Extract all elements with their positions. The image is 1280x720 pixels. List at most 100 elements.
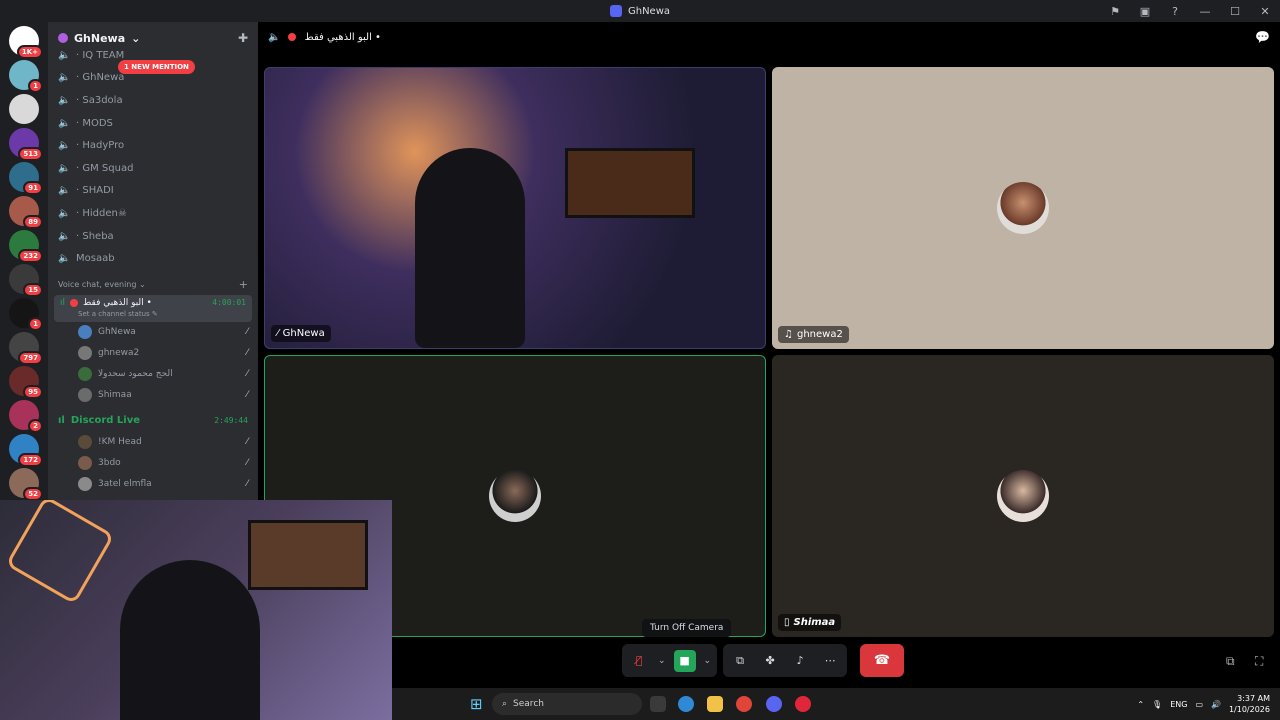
voice-channel-item[interactable]: 🔈 · Sheba <box>48 225 258 248</box>
channel-name: · GM Squad <box>76 162 134 174</box>
inbox-icon[interactable]: ▣ <box>1130 5 1160 18</box>
video-tile-shimaa[interactable]: ▯ Shimaa <box>772 355 1274 637</box>
minimize-button[interactable]: — <box>1190 5 1220 18</box>
voice-user[interactable]: 3atel elmfla ⁄ <box>48 474 258 495</box>
speaker-icon: 🔈 <box>58 72 71 84</box>
server-icon[interactable]: 232 <box>9 230 43 263</box>
camera-icon[interactable]: ■ <box>673 649 696 672</box>
user-name: Shimaa <box>98 390 132 401</box>
popout-icon[interactable]: ⧉ <box>1226 654 1235 669</box>
live-voice-channel[interactable]: ıl Discord Live 2:49:44 <box>48 410 258 432</box>
server-icon[interactable] <box>9 94 39 124</box>
category-voice-chat[interactable]: Voice chat, evening ⌄ + <box>48 270 258 293</box>
avatar <box>78 388 92 403</box>
webcam-overlay <box>0 500 392 720</box>
invite-people-icon[interactable]: ✚ <box>238 31 248 45</box>
server-icon[interactable]: 15 <box>9 264 43 297</box>
channel-status[interactable]: Set a channel status ✎ <box>60 310 246 318</box>
search-icon: ⌕ <box>502 699 508 709</box>
maximize-button[interactable]: ☐ <box>1220 5 1250 18</box>
server-icon[interactable]: 91 <box>9 162 43 195</box>
server-icon[interactable]: 95 <box>9 366 43 399</box>
video-tile-ghnewa[interactable]: ⁄ GhNewa <box>264 67 766 349</box>
file-explorer-icon[interactable] <box>707 696 723 712</box>
pencil-icon: ✎ <box>151 309 158 318</box>
channel-sidebar: GhNewa ⌄ ✚ 1 NEW MENTION 🔈 · IQ TEAM 🔈 · Gh… <box>48 22 258 500</box>
active-voice-name: البو الذهبي فقط • <box>83 297 152 308</box>
avatar <box>78 367 92 382</box>
voice-channel-item[interactable]: 🔈 · Hidden☠ <box>48 202 258 225</box>
guild-icon <box>58 33 68 43</box>
microphone-icon[interactable]: 🎙 <box>1152 700 1162 709</box>
help-icon[interactable]: ? <box>1160 5 1190 18</box>
voice-channel-item[interactable]: 🔈 Mosaab <box>48 247 258 270</box>
chevron-down-icon[interactable]: ⌄ <box>658 656 666 666</box>
soundboard-icon[interactable]: ♪ <box>789 650 811 672</box>
server-icon[interactable]: 52 <box>9 468 43 500</box>
voice-user[interactable]: GhNewa ⁄ <box>48 322 258 343</box>
volume-icon[interactable]: 🔊 <box>1211 700 1221 709</box>
voice-user[interactable]: ghnewa2 ⁄ <box>48 343 258 364</box>
discord-app-icon[interactable] <box>766 696 782 712</box>
clock[interactable]: 3:37 AM 1/10/2026 <box>1229 693 1270 715</box>
app-icon[interactable] <box>795 696 811 712</box>
voice-user[interactable]: !KM Head ⁄ <box>48 432 258 453</box>
server-icon[interactable]: 1K+ <box>9 26 43 59</box>
tooltip: Turn Off Camera <box>642 619 732 637</box>
more-options-icon[interactable]: ⋯ <box>819 650 841 672</box>
voice-channel-item[interactable]: 🔈 · MODS <box>48 112 258 135</box>
network-icon[interactable]: ▭ <box>1195 700 1203 709</box>
edge-icon[interactable] <box>678 696 694 712</box>
windows-start-icon[interactable]: ⊞ <box>470 695 483 713</box>
voice-user[interactable]: الحج محمود سحدولا ⁄ <box>48 364 258 385</box>
call-controls: 🎙̸ ⌄ ■ ⌄ ⧉ ✤ ♪ ⋯ <box>622 644 848 677</box>
speaker-icon: 🔈 <box>268 31 281 43</box>
voice-channel-item[interactable]: 🔈 · Sa3dola <box>48 89 258 112</box>
new-mention-pill[interactable]: 1 NEW MENTION <box>118 60 195 74</box>
channel-name: · MODS <box>76 117 113 129</box>
voice-channel-item[interactable]: 🔈 · GM Squad <box>48 157 258 180</box>
mention-badge: 95 <box>23 385 43 399</box>
chevron-down-icon[interactable]: ⌄ <box>704 656 712 666</box>
task-view-icon[interactable] <box>650 696 666 712</box>
tile-name: Shimaa <box>793 617 836 628</box>
voice-activity-icon: ıl <box>58 415 65 427</box>
person-silhouette <box>120 560 260 720</box>
voice-channel-item[interactable]: 🔈 · HadyPro <box>48 134 258 157</box>
flag-icon[interactable]: ⚑ <box>1100 5 1130 18</box>
user-status-icons: ⁄ <box>246 390 248 401</box>
active-voice-channel[interactable]: ıl البو الذهبي فقط • 4:00:01 Set a chann… <box>54 294 252 322</box>
channel-name: · Sa3dola <box>76 94 123 106</box>
chat-bubble-icon[interactable]: 💬 <box>1255 30 1270 44</box>
chevron-up-icon[interactable]: ⌃ <box>1137 700 1144 709</box>
voice-user[interactable]: Shimaa ⁄ <box>48 385 258 406</box>
tv-screen <box>565 148 695 218</box>
language-indicator[interactable]: ENG <box>1170 700 1187 709</box>
mic-muted-icon[interactable]: 🎙̸ <box>628 650 650 672</box>
create-channel-icon[interactable]: + <box>239 278 248 291</box>
category-name: Voice chat, evening <box>58 279 137 289</box>
server-icon[interactable]: 797 <box>9 332 43 365</box>
video-tile-ghnewa2[interactable]: ♫ ghnewa2 <box>772 67 1274 349</box>
disconnect-button[interactable]: ☎ <box>860 644 904 677</box>
server-icon[interactable]: 2 <box>9 400 43 433</box>
server-icon[interactable]: 513 <box>9 128 43 161</box>
voice-user-list: GhNewa ⁄ ghnewa2 ⁄ الحج محمود سحدولا ⁄ Shimaa ⁄ <box>48 322 258 406</box>
activities-icon[interactable]: ✤ <box>759 650 781 672</box>
close-button[interactable]: ✕ <box>1250 5 1280 18</box>
mention-badge: 797 <box>18 351 43 365</box>
mention-badge: 232 <box>18 249 43 263</box>
voice-user[interactable]: 3bdo ⁄ <box>48 453 258 474</box>
speaker-icon: 🔈 <box>58 140 71 152</box>
chrome-icon[interactable] <box>736 696 752 712</box>
title-bar: GhNewa ⚑ ▣ ? — ☐ ✕ <box>0 0 1280 22</box>
fullscreen-icon[interactable]: ⛶ <box>1255 654 1263 669</box>
server-icon[interactable]: 1 <box>9 60 43 93</box>
server-icon[interactable]: 172 <box>9 434 43 467</box>
voice-channel-item[interactable]: 🔈 · SHADI <box>48 180 258 203</box>
screen-share-icon[interactable]: ⧉ <box>729 650 751 672</box>
server-icon[interactable]: 89 <box>9 196 43 229</box>
taskbar-search[interactable]: ⌕ Search <box>492 693 642 715</box>
user-name: 3bdo <box>98 458 121 469</box>
server-icon[interactable]: 1 <box>9 298 43 331</box>
